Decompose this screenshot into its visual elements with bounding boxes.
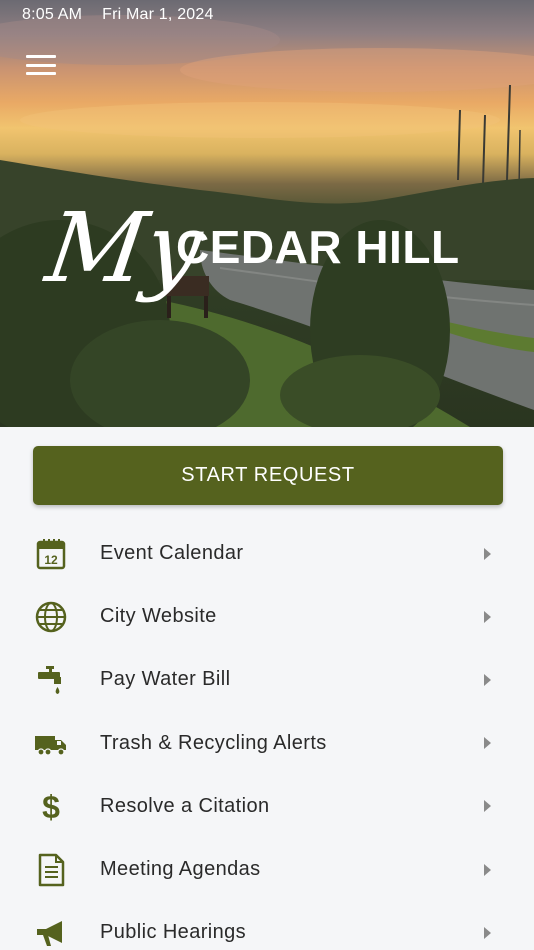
menu-line bbox=[26, 55, 56, 58]
dollar-icon: $ bbox=[33, 788, 69, 824]
chevron-right-icon bbox=[484, 610, 491, 623]
megaphone-icon bbox=[33, 915, 69, 950]
menu-item-public-hearings[interactable]: Public Hearings bbox=[0, 901, 534, 950]
chevron-right-icon bbox=[484, 800, 491, 813]
service-menu: 12 Event Calendar City Website Pay Water… bbox=[0, 522, 534, 950]
chevron-right-icon bbox=[484, 863, 491, 876]
menu-item-label: Trash & Recycling Alerts bbox=[100, 731, 327, 754]
start-request-button[interactable]: START REQUEST bbox=[33, 446, 503, 505]
menu-item-event-calendar[interactable]: 12 Event Calendar bbox=[0, 522, 534, 585]
menu-line bbox=[26, 63, 56, 67]
hamburger-menu-icon[interactable] bbox=[25, 52, 57, 78]
menu-item-resolve-citation[interactable]: $ Resolve a Citation bbox=[0, 775, 534, 838]
chevron-right-icon bbox=[484, 673, 491, 686]
menu-item-label: Resolve a Citation bbox=[100, 794, 270, 817]
truck-icon bbox=[33, 725, 69, 761]
svg-text:12: 12 bbox=[44, 553, 58, 567]
faucet-icon bbox=[33, 662, 69, 698]
status-date: Fri Mar 1, 2024 bbox=[102, 6, 214, 23]
globe-icon bbox=[33, 599, 69, 635]
menu-item-trash-recycling[interactable]: Trash & Recycling Alerts bbox=[0, 712, 534, 775]
menu-item-pay-water-bill[interactable]: Pay Water Bill bbox=[0, 648, 534, 711]
menu-item-meeting-agendas[interactable]: Meeting Agendas bbox=[0, 838, 534, 901]
chevron-right-icon bbox=[484, 737, 491, 750]
status-time: 8:05 AM bbox=[22, 6, 83, 23]
menu-item-label: Event Calendar bbox=[100, 542, 244, 565]
document-icon bbox=[33, 852, 69, 888]
menu-item-label: Meeting Agendas bbox=[100, 858, 261, 881]
app-logo: My CEDAR HILL bbox=[40, 192, 488, 335]
menu-item-label: City Website bbox=[100, 605, 217, 628]
calendar-icon: 12 bbox=[33, 536, 69, 572]
svg-text:$: $ bbox=[42, 789, 60, 823]
menu-item-label: Public Hearings bbox=[100, 921, 247, 944]
logo-city-name: CEDAR HILL bbox=[176, 221, 460, 273]
status-bar: 8:05 AM Fri Mar 1, 2024 bbox=[22, 6, 214, 24]
hero-banner: 8:05 AM Fri Mar 1, 2024 My CEDAR HILL bbox=[0, 0, 534, 427]
menu-line bbox=[26, 72, 56, 75]
menu-item-label: Pay Water Bill bbox=[100, 668, 231, 691]
menu-item-city-website[interactable]: City Website bbox=[0, 585, 534, 648]
chevron-right-icon bbox=[484, 547, 491, 560]
chevron-right-icon bbox=[484, 926, 491, 939]
